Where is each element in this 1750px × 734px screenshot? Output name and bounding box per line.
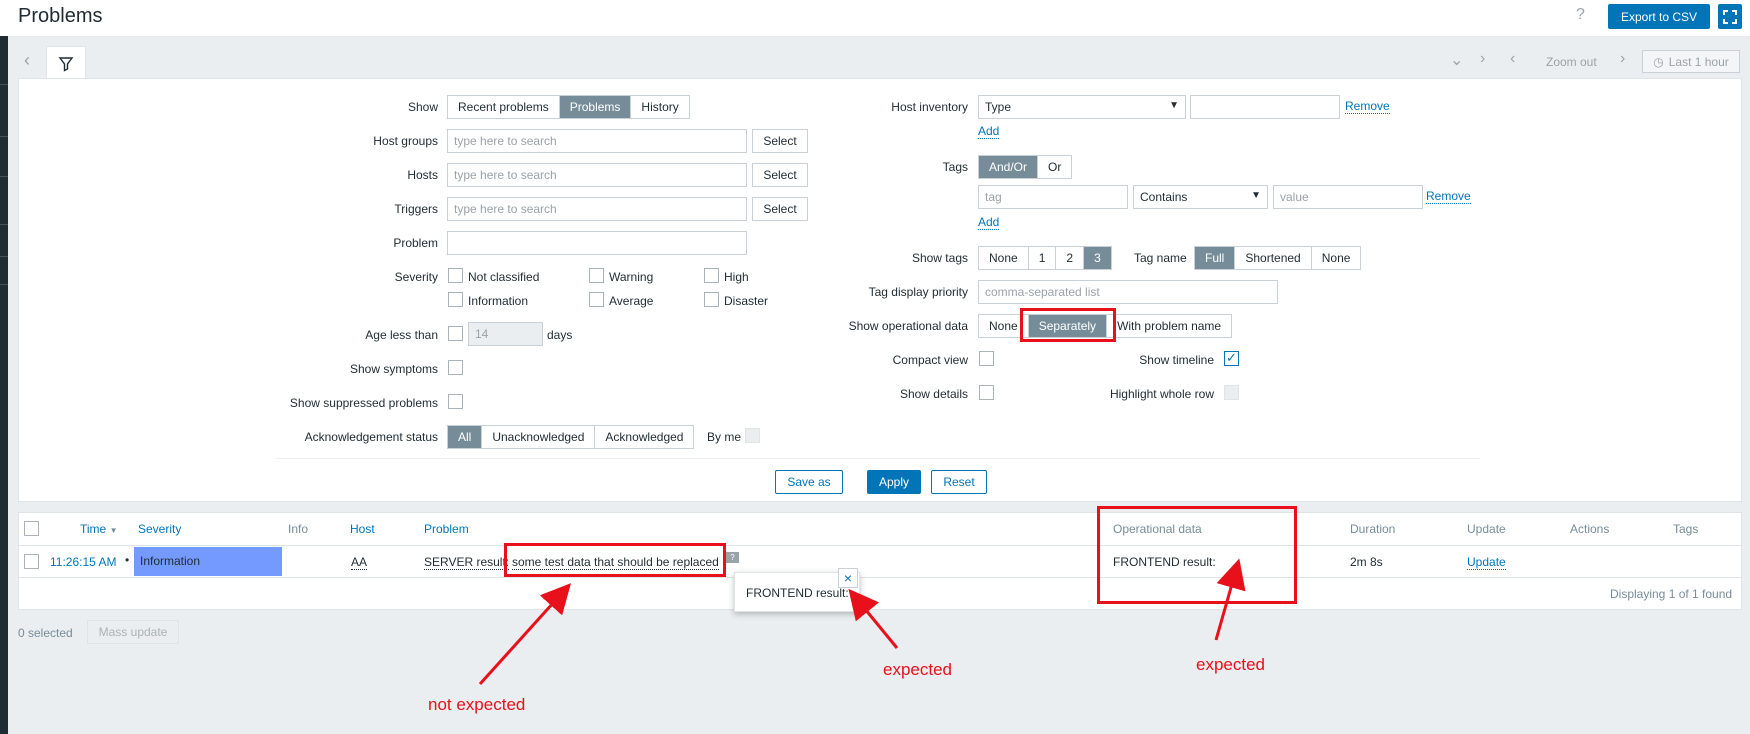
- annotation-expected-popup: expected: [883, 660, 952, 679]
- annotation-not-expected: not expected: [428, 695, 526, 714]
- arrow-expected-opdata: [1214, 558, 1246, 641]
- arrow-not-expected: [478, 583, 572, 686]
- arrow-expected-popup: [848, 588, 899, 649]
- annotation-expected-opdata: expected: [1196, 655, 1265, 674]
- annotation-arrows: [478, 558, 1246, 686]
